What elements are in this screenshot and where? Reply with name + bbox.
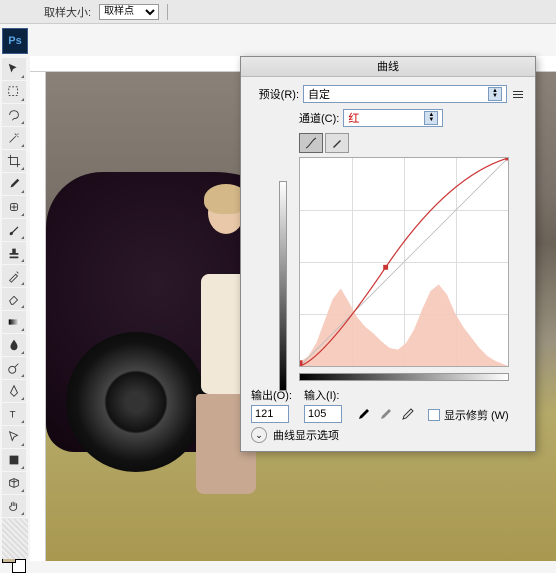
preset-label: 预设(R): <box>251 86 299 102</box>
ruler-vertical[interactable] <box>30 72 46 561</box>
curves-graph[interactable] <box>299 157 509 367</box>
sample-size-select[interactable]: 取样点 <box>99 4 159 20</box>
type-tool[interactable]: T <box>2 403 26 425</box>
pencil-edit-button[interactable] <box>325 133 349 153</box>
magic-wand-tool[interactable] <box>2 127 26 149</box>
hand-tool[interactable] <box>2 495 26 517</box>
eyedropper-tool[interactable] <box>2 173 26 195</box>
quick-mask-area[interactable] <box>2 519 28 559</box>
dropdown-arrows-icon: ▲▼ <box>424 111 438 125</box>
white-point-dropper[interactable] <box>398 405 416 423</box>
3d-tool[interactable] <box>2 472 26 494</box>
panel-menu-icon[interactable] <box>511 87 525 101</box>
gray-point-dropper[interactable] <box>376 405 394 423</box>
curve-path[interactable] <box>300 158 508 366</box>
eraser-tool[interactable] <box>2 288 26 310</box>
divider <box>167 4 168 20</box>
move-tool[interactable] <box>2 58 26 80</box>
options-bar: 取样大小: 取样点 <box>0 0 556 24</box>
brush-tool[interactable] <box>2 219 26 241</box>
crop-tool[interactable] <box>2 150 26 172</box>
history-brush-tool[interactable] <box>2 265 26 287</box>
shape-tool[interactable] <box>2 449 26 471</box>
blur-tool[interactable] <box>2 334 26 356</box>
curve-options-label: 曲线显示选项 <box>273 427 339 443</box>
preset-select[interactable]: 自定 ▲▼ <box>303 85 507 103</box>
dodge-tool[interactable] <box>2 357 26 379</box>
curve-edit-button[interactable] <box>299 133 323 153</box>
pen-tool[interactable] <box>2 380 26 402</box>
curves-dialog: 曲线 预设(R): 自定 ▲▼ 通道(C): 红 ▲▼ <box>240 56 536 452</box>
sample-size-label: 取样大小: <box>44 4 91 20</box>
dialog-title[interactable]: 曲线 <box>241 57 535 77</box>
healing-tool[interactable] <box>2 196 26 218</box>
input-label: 输入(I): <box>304 387 342 403</box>
black-point-dropper[interactable] <box>354 405 372 423</box>
input-gradient <box>299 373 509 381</box>
channel-select[interactable]: 红 ▲▼ <box>343 109 443 127</box>
dropdown-arrows-icon: ▲▼ <box>488 87 502 101</box>
marquee-tool[interactable] <box>2 81 26 103</box>
tool-panel: T <box>2 58 28 573</box>
output-input[interactable] <box>251 405 289 423</box>
gradient-tool[interactable] <box>2 311 26 333</box>
output-gradient <box>279 181 287 391</box>
svg-text:T: T <box>10 410 16 421</box>
input-input[interactable] <box>304 405 342 423</box>
channel-label: 通道(C): <box>299 110 339 126</box>
ps-app-icon: Ps <box>2 28 28 54</box>
stamp-tool[interactable] <box>2 242 26 264</box>
show-clipping-checkbox[interactable]: 显示修剪 (W) <box>428 407 509 423</box>
lasso-tool[interactable] <box>2 104 26 126</box>
path-select-tool[interactable] <box>2 426 26 448</box>
expand-options-button[interactable]: ⌄ <box>251 427 267 443</box>
